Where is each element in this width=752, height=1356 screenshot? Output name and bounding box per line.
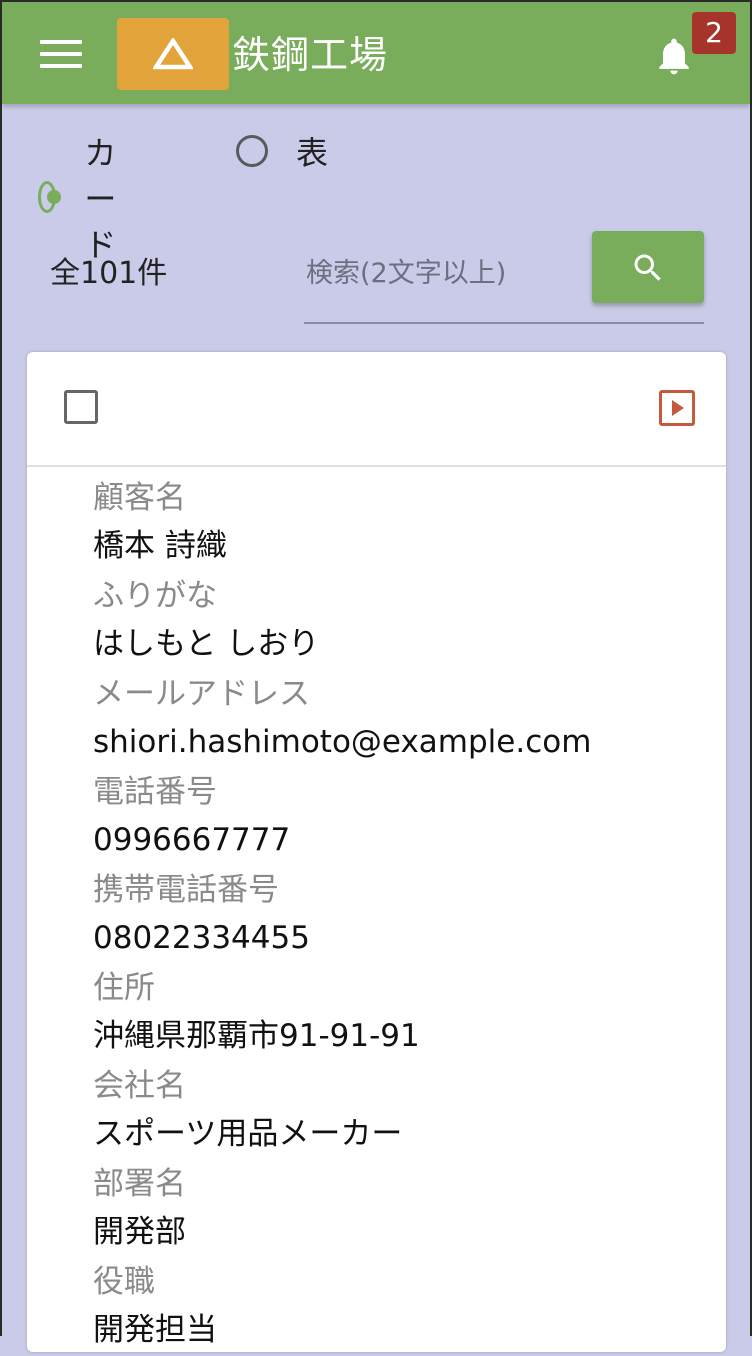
field-label-furigana: ふりがな (93, 578, 217, 614)
radio-table-view[interactable]: 表 (236, 128, 328, 174)
app-logo[interactable] (117, 18, 229, 90)
field-label-address: 住所 (93, 970, 155, 1006)
radio-label-card: カード (84, 134, 117, 264)
open-detail-button[interactable] (659, 390, 695, 426)
field-label-company: 会社名 (93, 1068, 186, 1104)
card-header (27, 352, 726, 467)
field-value-name: 橋本 詩織 (93, 528, 227, 564)
search-button[interactable] (592, 231, 704, 303)
field-value-company: スポーツ用品メーカー (93, 1116, 403, 1152)
field-value-department: 開発部 (93, 1214, 186, 1250)
field-value-furigana: はしもと しおり (93, 626, 320, 662)
field-value-email: shiori.hashimoto@example.com (93, 724, 592, 760)
field-value-mobile: 08022334455 (93, 920, 310, 956)
search-icon (634, 254, 661, 281)
customer-card: 顧客名 橋本 詩織 ふりがな はしもと しおり メールアドレス shiori.h… (27, 352, 726, 1352)
total-count: 全101件 (50, 256, 168, 291)
search-input[interactable] (304, 250, 588, 296)
field-label-name: 顧客名 (93, 480, 186, 516)
radio-label-table: 表 (296, 134, 329, 172)
field-value-phone: 0996667777 (93, 822, 291, 858)
radio-card-view[interactable]: カード (38, 128, 130, 266)
select-checkbox[interactable] (64, 390, 98, 424)
top-app-bar: 鉄鋼工場 2 (2, 2, 750, 104)
radio-selected-indicator (38, 181, 62, 213)
bell-icon[interactable] (652, 34, 696, 82)
field-label-position: 役職 (93, 1264, 155, 1300)
field-label-mobile: 携帯電話番号 (93, 872, 279, 908)
field-label-email: メールアドレス (93, 676, 310, 712)
field-value-address: 沖縄県那覇市91-91-91 (93, 1018, 420, 1054)
field-value-position: 開発担当 (93, 1312, 217, 1348)
triangle-logo-icon (153, 38, 193, 70)
hamburger-menu-icon[interactable] (40, 40, 82, 70)
field-label-department: 部署名 (93, 1166, 186, 1202)
radio-unselected-indicator (236, 135, 268, 167)
app-title: 鉄鋼工場 (232, 33, 389, 77)
card-fields: 顧客名 橋本 詩織 ふりがな はしもと しおり メールアドレス shiori.h… (93, 474, 591, 1356)
field-label-phone: 電話番号 (93, 774, 217, 810)
notification-badge[interactable]: 2 (692, 12, 736, 54)
